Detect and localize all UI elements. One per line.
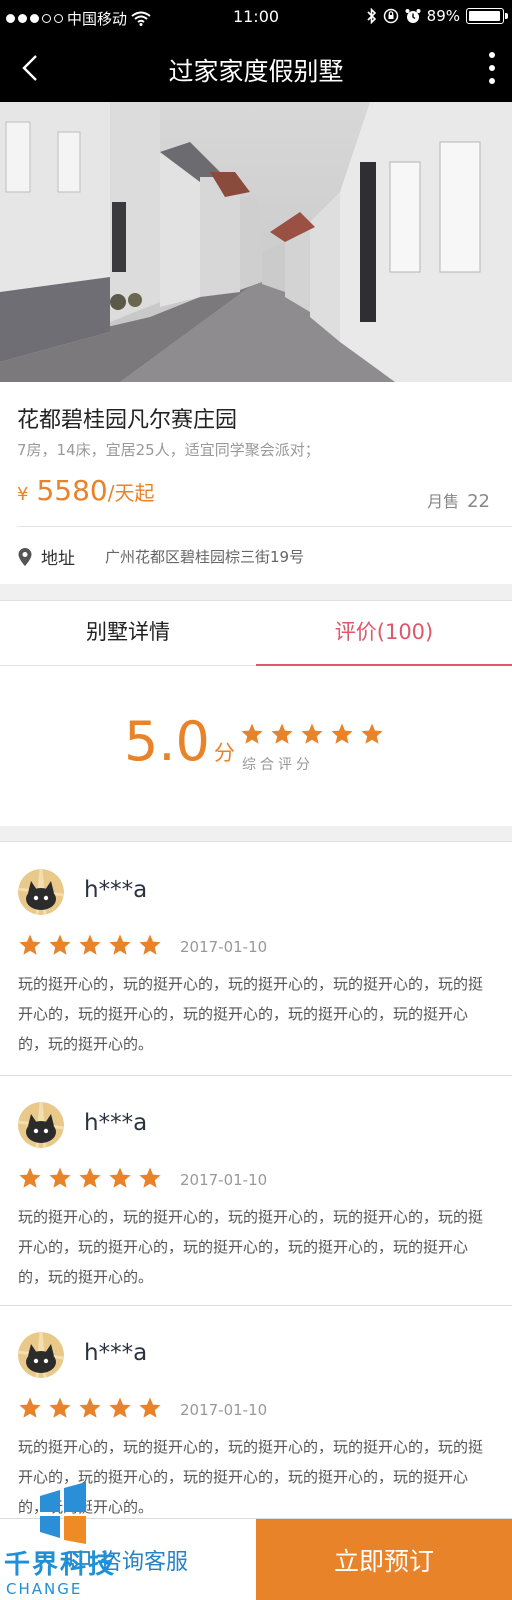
price-unit: /天起 bbox=[107, 481, 155, 505]
review-stars bbox=[18, 933, 162, 957]
review-text: 玩的挺开心的，玩的挺开心的，玩的挺开心的，玩的挺开心的，玩的挺开心的，玩的挺开心… bbox=[18, 975, 484, 1053]
address-value: 广州花都区碧桂园棕三街19号 bbox=[105, 548, 305, 566]
villa-price: ¥ 5580 /天起 bbox=[17, 474, 154, 507]
avatar bbox=[18, 1102, 64, 1148]
star-icon bbox=[109, 934, 131, 955]
star-icon bbox=[19, 934, 41, 955]
consult-label: 咨询客服 bbox=[99, 1549, 188, 1575]
section-gap bbox=[0, 584, 512, 601]
rating-score-value: 5.0 bbox=[124, 710, 210, 773]
rotation-lock-icon bbox=[383, 8, 398, 24]
villa-photo bbox=[0, 102, 512, 382]
star-icon bbox=[19, 1397, 41, 1418]
battery-percent: 89% bbox=[426, 7, 460, 25]
monthly-sales: 月售 22 bbox=[427, 488, 490, 512]
star-icon bbox=[271, 723, 293, 744]
star-icon bbox=[79, 934, 101, 955]
star-icon bbox=[301, 723, 323, 744]
tab-bar: 别墅详情 评价(100) bbox=[0, 601, 512, 666]
nav-bar: 过家家度假别墅 bbox=[0, 34, 512, 102]
review-username: h***a bbox=[84, 1340, 148, 1366]
bluetooth-icon bbox=[367, 8, 376, 24]
review-date: 2017-01-10 bbox=[180, 1401, 268, 1419]
sales-label: 月售 bbox=[427, 492, 460, 511]
status-bar: 中国移动 11:00 89% bbox=[0, 0, 512, 34]
review-username: h***a bbox=[84, 1110, 148, 1136]
bottom-action-bar: 咨询客服 立即预订 bbox=[0, 1518, 512, 1600]
rating-score-unit: 分 bbox=[213, 741, 235, 765]
star-icon bbox=[49, 1397, 71, 1418]
star-icon bbox=[19, 1167, 41, 1188]
consult-service-button[interactable]: 咨询客服 bbox=[0, 1519, 256, 1600]
review-stars bbox=[18, 1166, 162, 1190]
star-icon bbox=[109, 1397, 131, 1418]
section-gap bbox=[0, 826, 512, 842]
review-item: h***a 2017-01-10 玩的挺开心的，玩的挺开心的，玩的挺开心的，玩的… bbox=[0, 1306, 512, 1518]
review-item: h***a 2017-01-10 玩的挺开心的，玩的挺开心的，玩的挺开心的，玩的… bbox=[0, 843, 512, 1076]
address-label: 地址 bbox=[41, 549, 75, 569]
star-icon bbox=[241, 723, 263, 744]
overall-rating: 5.0 分 综合评分 bbox=[0, 666, 512, 826]
star-icon bbox=[79, 1167, 101, 1188]
star-icon bbox=[139, 934, 161, 955]
villa-info: 花都碧桂园凡尔赛庄园 7房，14床，宜居25人，适宜同学聚会派对； ¥ 5580… bbox=[0, 382, 512, 584]
star-icon bbox=[139, 1397, 161, 1418]
star-icon bbox=[49, 1167, 71, 1188]
chat-icon bbox=[70, 1550, 90, 1570]
price-value: 5580 bbox=[36, 474, 108, 507]
rating-score: 5.0 分 bbox=[124, 710, 235, 773]
star-icon bbox=[331, 723, 353, 744]
status-right: 89% bbox=[367, 7, 508, 25]
tab-villa-details[interactable]: 别墅详情 bbox=[0, 601, 256, 665]
battery-icon bbox=[466, 8, 508, 24]
review-text: 玩的挺开心的，玩的挺开心的，玩的挺开心的，玩的挺开心的，玩的挺开心的，玩的挺开心… bbox=[18, 1438, 484, 1516]
page-title: 过家家度假别墅 bbox=[168, 57, 344, 86]
location-pin-icon bbox=[18, 547, 32, 566]
more-vertical-icon[interactable] bbox=[482, 48, 502, 88]
review-text: 玩的挺开心的，玩的挺开心的，玩的挺开心的，玩的挺开心的，玩的挺开心的，玩的挺开心… bbox=[18, 1208, 484, 1286]
tab-reviews[interactable]: 评价(100) bbox=[256, 601, 512, 666]
review-item: h***a 2017-01-10 玩的挺开心的，玩的挺开心的，玩的挺开心的，玩的… bbox=[0, 1076, 512, 1306]
star-icon bbox=[109, 1167, 131, 1188]
rating-stars bbox=[240, 722, 384, 746]
star-icon bbox=[79, 1397, 101, 1418]
address-row[interactable]: 地址 广州花都区碧桂园棕三街19号 bbox=[17, 544, 304, 569]
star-icon bbox=[139, 1167, 161, 1188]
book-now-button[interactable]: 立即预订 bbox=[256, 1519, 512, 1600]
star-icon bbox=[361, 723, 383, 744]
villa-description: 7房，14床，宜居25人，适宜同学聚会派对； bbox=[17, 441, 320, 459]
review-date: 2017-01-10 bbox=[180, 1171, 268, 1189]
avatar bbox=[18, 869, 64, 915]
villa-name: 花都碧桂园凡尔赛庄园 bbox=[17, 408, 238, 433]
divider bbox=[17, 526, 512, 527]
rating-label: 综合评分 bbox=[242, 757, 314, 773]
alarm-icon bbox=[405, 9, 421, 23]
review-username: h***a bbox=[84, 877, 148, 903]
sales-count: 22 bbox=[467, 491, 490, 512]
review-stars bbox=[18, 1396, 162, 1420]
star-icon bbox=[49, 934, 71, 955]
avatar bbox=[18, 1332, 64, 1378]
price-currency: ¥ bbox=[17, 484, 29, 505]
review-date: 2017-01-10 bbox=[180, 938, 268, 956]
